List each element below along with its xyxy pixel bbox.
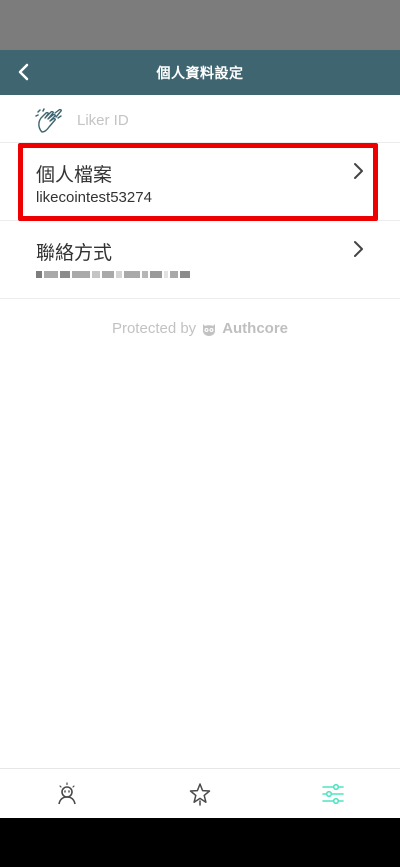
status-bar bbox=[0, 0, 400, 50]
person-icon bbox=[57, 782, 76, 805]
system-nav-bar bbox=[0, 818, 400, 867]
chevron-right-icon bbox=[354, 241, 363, 257]
page-title: 個人資料設定 bbox=[156, 65, 244, 82]
contact-row[interactable]: 聯絡方式 bbox=[0, 221, 400, 299]
liker-id-label: Liker ID bbox=[77, 112, 129, 129]
protected-by-footer: Protected by Authcore bbox=[0, 320, 400, 337]
tab-favorites[interactable] bbox=[133, 769, 266, 819]
chevron-left-icon bbox=[18, 63, 29, 81]
star-icon bbox=[189, 783, 211, 806]
owl-icon bbox=[203, 323, 216, 336]
nav-bar: 個人資料設定 bbox=[0, 50, 400, 95]
liker-id-row[interactable]: Liker ID bbox=[0, 95, 400, 143]
highlight-box bbox=[18, 143, 378, 221]
tab-bar bbox=[0, 768, 400, 819]
contact-title: 聯絡方式 bbox=[36, 242, 113, 264]
redacted-contact-value bbox=[36, 267, 206, 281]
protected-prefix: Protected by bbox=[111, 320, 197, 337]
authcore-brand: Authcore bbox=[222, 320, 289, 337]
back-button[interactable] bbox=[10, 58, 38, 86]
clapping-hands-icon bbox=[35, 108, 62, 133]
sliders-icon bbox=[322, 783, 345, 805]
tab-profile[interactable] bbox=[0, 769, 133, 819]
tab-settings[interactable] bbox=[267, 769, 400, 819]
